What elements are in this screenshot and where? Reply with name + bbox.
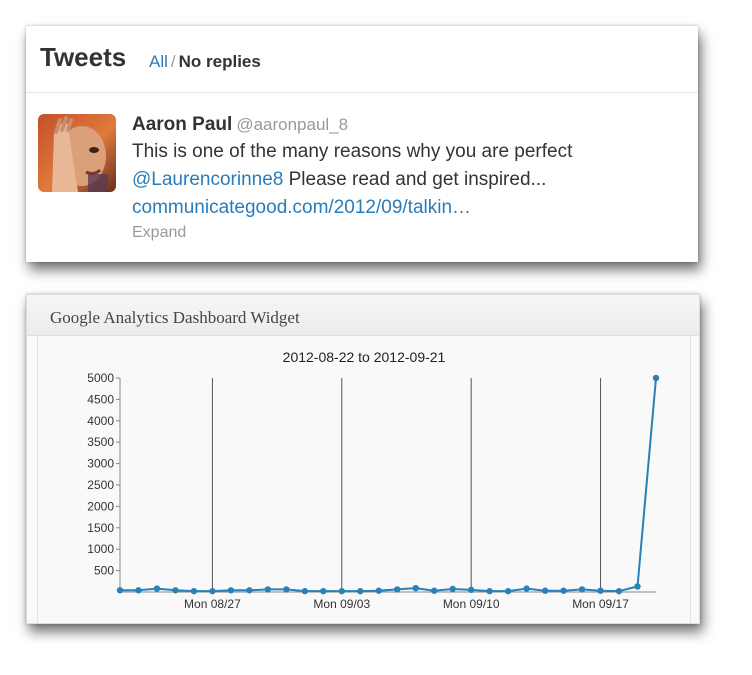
widget-header[interactable]: Google Analytics Dashboard Widget: [27, 295, 699, 336]
tweet-text-line-2: @Laurencorinne8 Please read and get insp…: [132, 167, 572, 192]
chart-y-axis: 500 1000 1500 2000 2500 3000 3500 4000 4500 5000: [87, 371, 121, 592]
data-point: [190, 587, 198, 595]
chart-title: 2012-08-22 to 2012-09-21: [283, 349, 446, 365]
avatar[interactable]: [38, 114, 116, 192]
widget-title: Google Analytics Dashboard Widget: [50, 308, 300, 327]
data-point: [504, 587, 512, 595]
data-point: [615, 587, 623, 595]
data-point: [578, 586, 586, 593]
filter-all-link[interactable]: All: [149, 52, 168, 71]
data-point: [652, 374, 660, 382]
data-point: [597, 587, 604, 594]
y-tick-label: 1500: [87, 521, 114, 535]
tweets-panel: Tweets All / No replies Aaron Paul @aaro…: [26, 26, 698, 262]
tweet-author[interactable]: Aaron Paul: [132, 114, 232, 135]
chart-grid: [211, 378, 602, 592]
data-point: [357, 587, 364, 595]
data-point: [412, 584, 419, 592]
tweets-title: Tweets: [40, 42, 127, 72]
data-point: [227, 587, 235, 594]
data-point: [467, 586, 475, 594]
visits-chart: 2012-08-22 to 2012-09-21 500 1000 1500 2000…: [87, 349, 660, 611]
y-tick-label: 2000: [87, 499, 114, 513]
data-point: [135, 587, 142, 594]
data-point: [172, 587, 179, 594]
tweet-text-rest: Please read and get inspired...: [283, 169, 547, 190]
filter-separator: /: [170, 52, 176, 71]
y-tick-label: 2500: [87, 478, 114, 492]
tweets-header: Tweets All / No replies: [26, 26, 698, 93]
data-point: [246, 587, 253, 594]
y-tick-label: 3500: [87, 435, 114, 449]
chart-series: [116, 374, 660, 595]
tweet-handle[interactable]: @aaronpaul_8: [236, 115, 348, 134]
widget-body: 2012-08-22 to 2012-09-21 500 1000 1500 2000…: [37, 336, 691, 623]
x-tick-label: Mon 09/03: [313, 597, 370, 611]
filter-no-replies-link[interactable]: No replies: [179, 52, 261, 71]
expand-link[interactable]: Expand: [132, 224, 572, 242]
data-point: [301, 587, 309, 595]
avatar-image: [38, 114, 116, 192]
y-tick-label: 500: [94, 564, 114, 578]
y-tick-label: 4000: [87, 414, 114, 428]
x-tick-label: Mon 08/27: [184, 597, 241, 611]
y-tick-label: 3000: [87, 457, 114, 471]
analytics-widget: Google Analytics Dashboard Widget 2012-0…: [26, 294, 700, 624]
data-point: [449, 585, 456, 593]
data-point: [375, 587, 382, 594]
data-point: [283, 586, 290, 593]
data-point: [264, 586, 272, 593]
data-point: [486, 587, 493, 595]
data-point: [431, 587, 438, 594]
data-point: [320, 587, 327, 595]
tweet-url-link[interactable]: communicategood.com/2012/09/talkin…: [132, 195, 572, 220]
x-tick-label: Mon 09/10: [443, 597, 500, 611]
y-tick-label: 1000: [87, 542, 114, 556]
data-point: [209, 587, 216, 595]
y-tick-label: 5000: [87, 371, 114, 385]
x-tick-label: Mon 09/17: [572, 597, 629, 611]
y-tick-label: 4500: [87, 392, 114, 406]
tweet-text-line-1: This is one of the many reasons why you …: [132, 141, 573, 162]
data-point: [394, 586, 401, 593]
data-point: [338, 587, 345, 595]
data-point: [560, 587, 567, 594]
tweets-filter: All / No replies: [149, 52, 261, 72]
tweet-body: Aaron Paul @aaronpaul_8 This is one of th…: [132, 114, 572, 242]
data-point: [523, 585, 530, 592]
data-point: [541, 587, 549, 594]
series-line: [120, 377, 657, 593]
data-point: [116, 587, 124, 594]
chart-x-axis: Mon 08/27 Mon 09/03 Mon 09/10 Mon 09/17: [120, 591, 656, 611]
tweet-mention-link[interactable]: @Laurencorinne8: [132, 169, 283, 190]
data-point: [634, 583, 641, 590]
tweet-item[interactable]: Aaron Paul @aaronpaul_8 This is one of th…: [26, 93, 698, 262]
data-point: [153, 585, 161, 592]
tweet-header: Aaron Paul @aaronpaul_8: [132, 114, 572, 136]
